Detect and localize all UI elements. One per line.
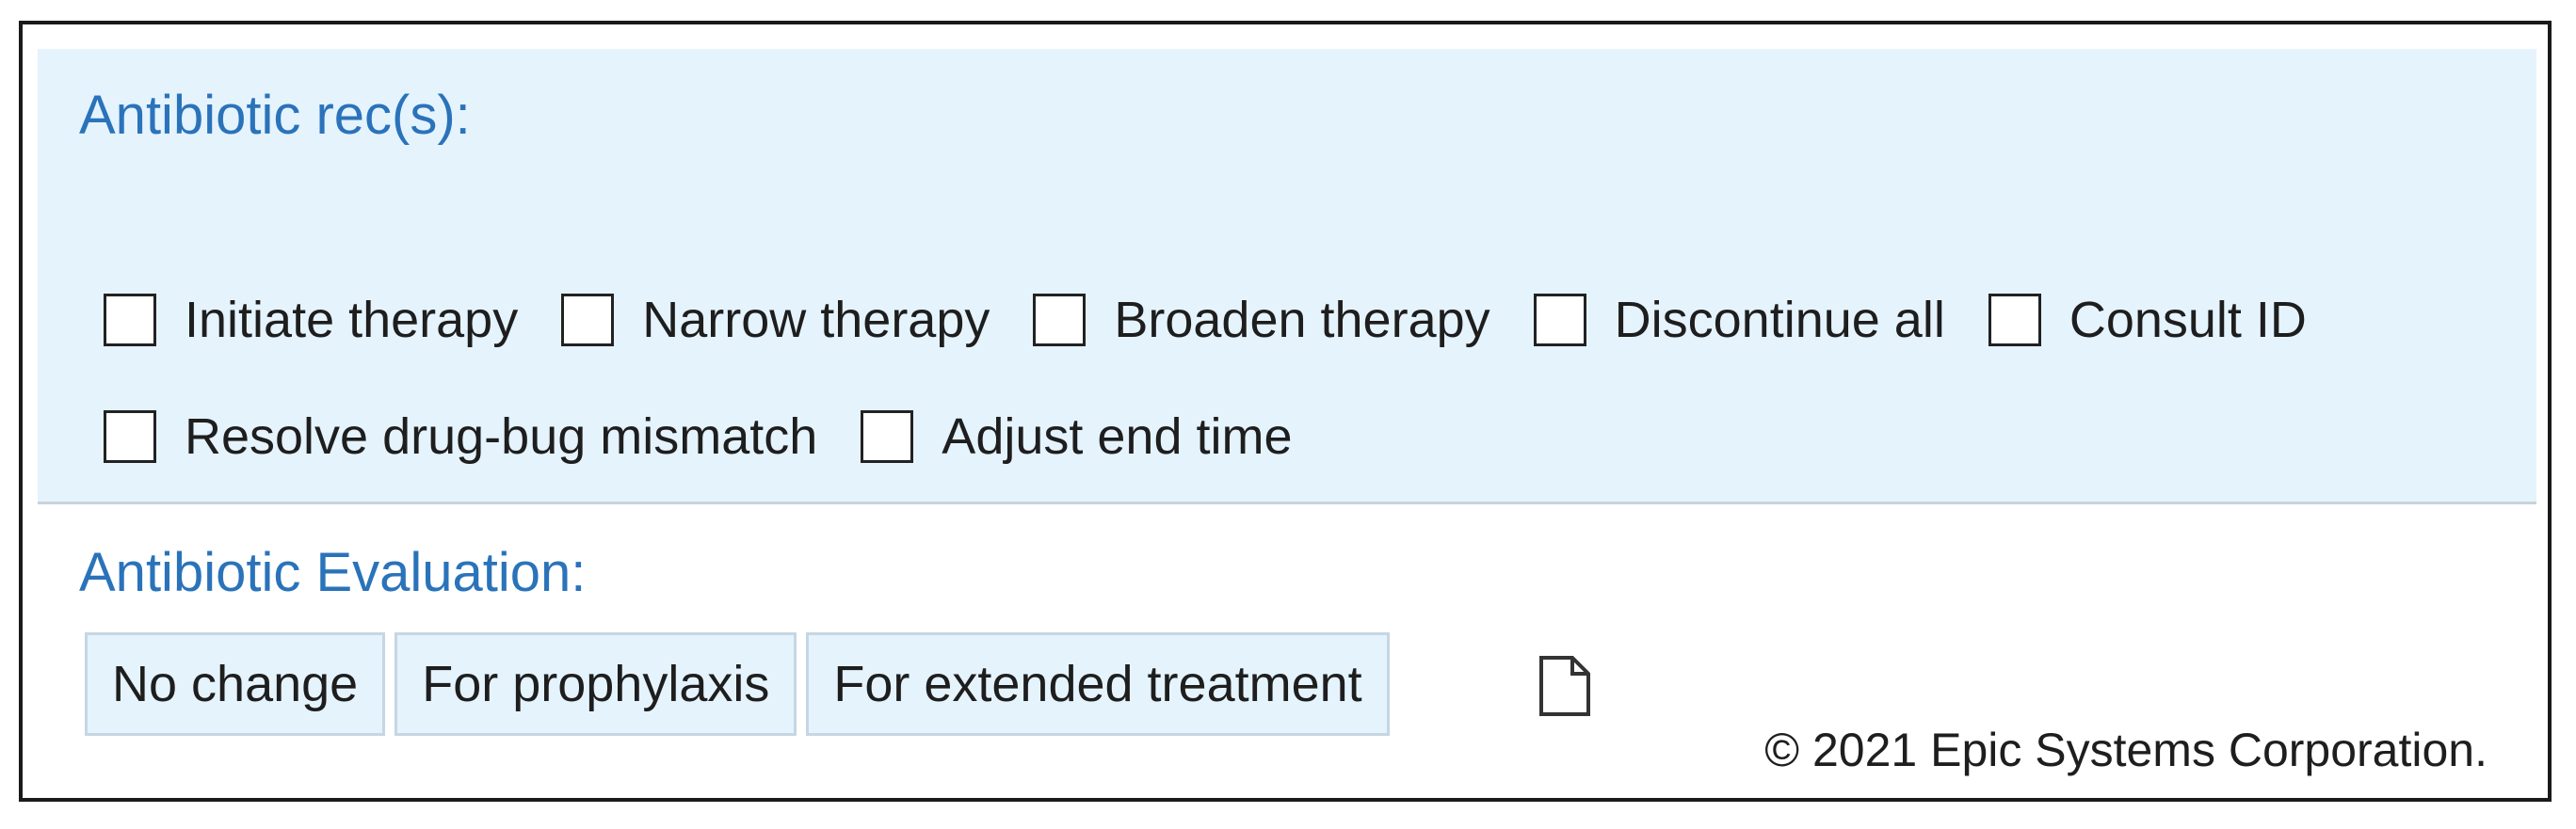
antibiotic-rec-panel: Antibiotic rec(s): Initiate therapy Narr…: [38, 49, 2536, 504]
consult-id-checkbox[interactable]: [1988, 294, 2041, 346]
option-adjust-end-time[interactable]: Adjust end time: [861, 410, 1293, 463]
option-discontinue-all[interactable]: Discontinue all: [1533, 294, 1945, 346]
for-prophylaxis-button[interactable]: For prophylaxis: [394, 632, 797, 736]
option-resolve-drug-bug-mismatch[interactable]: Resolve drug-bug mismatch: [104, 410, 817, 463]
broaden-therapy-checkbox[interactable]: [1033, 294, 1087, 346]
rec-options-row-2: Resolve drug-bug mismatch Adjust end tim…: [104, 410, 1336, 463]
narrow-therapy-label[interactable]: Narrow therapy: [642, 295, 990, 345]
discontinue-all-checkbox[interactable]: [1533, 294, 1586, 346]
discontinue-all-label[interactable]: Discontinue all: [1615, 295, 1945, 345]
for-extended-treatment-button[interactable]: For extended treatment: [806, 632, 1390, 736]
narrow-therapy-checkbox[interactable]: [561, 294, 615, 346]
antibiotic-rec-title: Antibiotic rec(s):: [79, 85, 471, 146]
option-narrow-therapy[interactable]: Narrow therapy: [561, 294, 990, 346]
consult-id-label[interactable]: Consult ID: [2069, 295, 2307, 345]
rec-options-row-1: Initiate therapy Narrow therapy Broaden …: [104, 294, 2350, 346]
resolve-drug-bug-mismatch-checkbox[interactable]: [104, 410, 156, 463]
option-consult-id[interactable]: Consult ID: [1988, 294, 2307, 346]
copyright-notice: © 2021 Epic Systems Corporation.: [1764, 724, 2487, 776]
adjust-end-time-checkbox[interactable]: [861, 410, 914, 463]
antibiotic-form-frame: Antibiotic rec(s): Initiate therapy Narr…: [19, 21, 2552, 802]
broaden-therapy-label[interactable]: Broaden therapy: [1114, 295, 1489, 345]
adjust-end-time-label[interactable]: Adjust end time: [942, 411, 1292, 462]
evaluation-button-group: No change For prophylaxis For extended t…: [85, 632, 1399, 736]
option-broaden-therapy[interactable]: Broaden therapy: [1033, 294, 1490, 346]
antibiotic-evaluation-title: Antibiotic Evaluation:: [79, 542, 587, 603]
resolve-drug-bug-mismatch-label[interactable]: Resolve drug-bug mismatch: [185, 411, 817, 462]
initiate-therapy-label[interactable]: Initiate therapy: [185, 295, 518, 345]
document-icon[interactable]: [1538, 655, 1591, 717]
no-change-button[interactable]: No change: [85, 632, 386, 736]
initiate-therapy-checkbox[interactable]: [104, 294, 156, 346]
option-initiate-therapy[interactable]: Initiate therapy: [104, 294, 518, 346]
